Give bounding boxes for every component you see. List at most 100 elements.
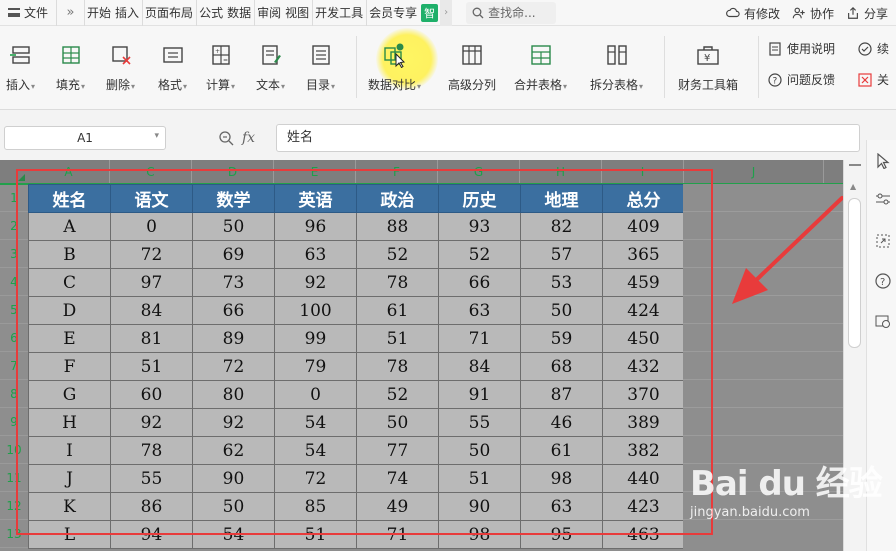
table-cell[interactable]: 69 (192, 240, 275, 269)
calculate-button[interactable]: + = 计算▾ (206, 42, 235, 100)
table-cell[interactable]: 71 (438, 324, 521, 353)
table-cell[interactable]: 0 (110, 212, 193, 241)
close-feature-button[interactable]: 关 (858, 71, 889, 88)
table-cell[interactable]: 68 (520, 352, 603, 381)
table-cell[interactable]: 50 (192, 212, 275, 241)
header-cell[interactable]: 总分 (602, 184, 685, 213)
column-header[interactable]: G (438, 160, 520, 184)
tab-insert[interactable]: 插入 (113, 0, 144, 26)
table-cell[interactable]: 55 (438, 408, 521, 437)
row-header[interactable]: 9 (0, 408, 28, 436)
column-header[interactable]: F (356, 160, 438, 184)
table-cell[interactable]: 50 (438, 436, 521, 465)
table-cell[interactable]: 94 (110, 520, 193, 549)
tab-review[interactable]: 审阅 (255, 0, 283, 26)
feedback-button[interactable]: ? 问题反馈 (768, 71, 835, 88)
header-cell[interactable]: 英语 (274, 184, 357, 213)
table-cell[interactable]: K (28, 492, 111, 521)
table-cell[interactable]: 78 (356, 268, 439, 297)
fx-icon[interactable]: fx (242, 130, 255, 146)
table-cell[interactable]: 59 (520, 324, 603, 353)
table-cell[interactable]: 89 (192, 324, 275, 353)
table-cell[interactable]: 53 (520, 268, 603, 297)
column-header[interactable]: J (684, 160, 824, 184)
table-cell[interactable]: 98 (438, 520, 521, 549)
table-cell[interactable]: L (28, 520, 111, 549)
column-header[interactable]: I (602, 160, 684, 184)
table-cell[interactable]: 78 (110, 436, 193, 465)
table-cell[interactable]: G (28, 380, 111, 409)
empty-column-area[interactable] (683, 184, 843, 551)
table-cell[interactable]: 50 (520, 296, 603, 325)
table-cell[interactable]: 92 (192, 408, 275, 437)
table-cell[interactable]: 61 (356, 296, 439, 325)
header-cell[interactable]: 地理 (520, 184, 603, 213)
table-cell[interactable]: 409 (602, 212, 685, 241)
header-cell[interactable]: 历史 (438, 184, 521, 213)
table-cell[interactable]: 50 (192, 492, 275, 521)
row-header[interactable]: 1 (0, 184, 28, 212)
table-cell[interactable]: 54 (192, 520, 275, 549)
table-cell[interactable]: 440 (602, 464, 685, 493)
table-cell[interactable]: 459 (602, 268, 685, 297)
command-search[interactable]: 查找命... (466, 1, 557, 24)
table-cell[interactable]: 72 (110, 240, 193, 269)
table-cell[interactable]: 370 (602, 380, 685, 409)
table-cell[interactable]: 77 (356, 436, 439, 465)
table-cell[interactable]: 82 (520, 212, 603, 241)
table-cell[interactable]: 99 (274, 324, 357, 353)
insert-button[interactable]: 插入▾ (6, 42, 35, 100)
table-cell[interactable]: 0 (274, 380, 357, 409)
table-cell[interactable]: 78 (356, 352, 439, 381)
table-cell[interactable]: I (28, 436, 111, 465)
table-cell[interactable]: 71 (356, 520, 439, 549)
table-cell[interactable]: 52 (356, 240, 439, 269)
table-cell[interactable]: 63 (520, 492, 603, 521)
table-cell[interactable]: 450 (602, 324, 685, 353)
header-cell[interactable]: 姓名 (28, 184, 111, 213)
cursor-tool-icon[interactable] (874, 152, 892, 170)
row-header[interactable]: 2 (0, 212, 28, 240)
split-handle-icon[interactable] (849, 164, 861, 174)
image-tool-icon[interactable] (874, 312, 892, 330)
table-cell[interactable]: 55 (110, 464, 193, 493)
table-cell[interactable]: D (28, 296, 111, 325)
table-cell[interactable]: 463 (602, 520, 685, 549)
table-cell[interactable]: 51 (110, 352, 193, 381)
has-changes-button[interactable]: 有修改 (726, 5, 780, 22)
header-cell[interactable]: 语文 (110, 184, 193, 213)
row-header[interactable]: 11 (0, 464, 28, 492)
tab-developer[interactable]: 开发工具 (313, 0, 368, 26)
scroll-up-icon[interactable]: ▲ (850, 182, 856, 191)
table-cell[interactable]: 52 (438, 240, 521, 269)
table-cell[interactable]: B (28, 240, 111, 269)
table-cell[interactable]: 92 (274, 268, 357, 297)
column-header[interactable]: E (274, 160, 356, 184)
data-compare-button[interactable]: 数据对比▾ (368, 42, 421, 100)
table-cell[interactable]: 51 (438, 464, 521, 493)
table-cell[interactable]: C (28, 268, 111, 297)
row-header[interactable]: 12 (0, 492, 28, 520)
table-cell[interactable]: 72 (192, 352, 275, 381)
table-cell[interactable]: 46 (520, 408, 603, 437)
table-cell[interactable]: 85 (274, 492, 357, 521)
row-header[interactable]: 4 (0, 268, 28, 296)
settings-sliders-icon[interactable] (874, 190, 892, 208)
row-header[interactable]: 5 (0, 296, 28, 324)
table-cell[interactable]: 90 (192, 464, 275, 493)
table-cell[interactable]: 80 (192, 380, 275, 409)
collaborate-button[interactable]: 协作 (792, 5, 834, 22)
table-cell[interactable]: 96 (274, 212, 357, 241)
table-cell[interactable]: A (28, 212, 111, 241)
table-cell[interactable]: 49 (356, 492, 439, 521)
resize-icon[interactable] (874, 232, 892, 250)
merge-table-button[interactable]: 合并表格▾ (514, 42, 567, 100)
table-cell[interactable]: 365 (602, 240, 685, 269)
row-header[interactable]: 13 (0, 520, 28, 548)
table-cell[interactable]: 90 (438, 492, 521, 521)
table-cell[interactable]: 382 (602, 436, 685, 465)
table-cell[interactable]: 54 (274, 408, 357, 437)
table-cell[interactable]: 432 (602, 352, 685, 381)
usage-guide-button[interactable]: 使用说明 (768, 40, 835, 57)
table-cell[interactable]: 52 (356, 380, 439, 409)
